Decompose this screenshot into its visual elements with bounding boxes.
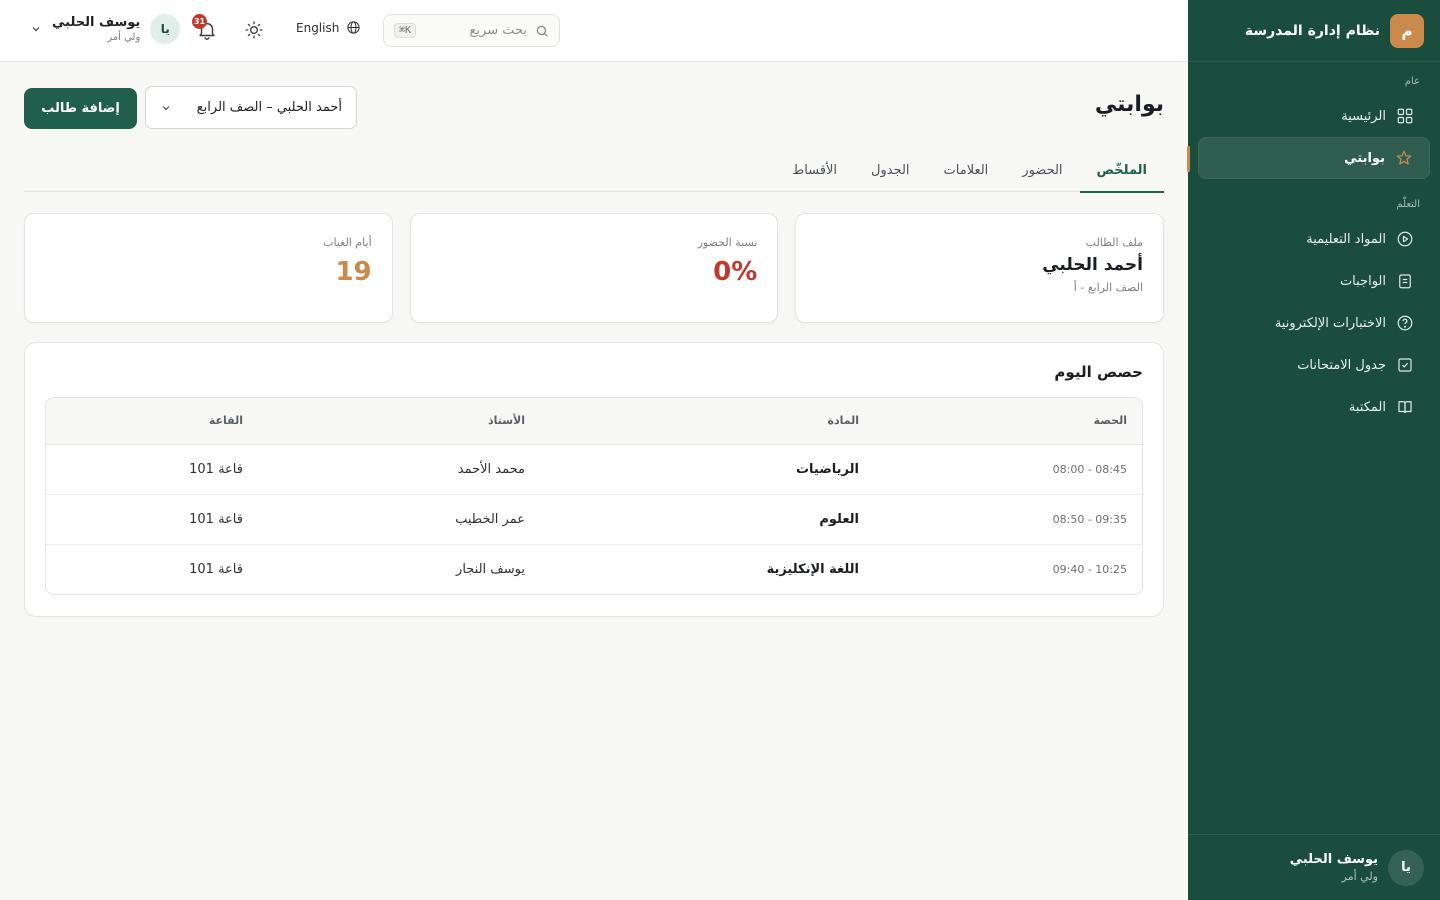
language-label: English — [296, 20, 340, 35]
tab-attendance[interactable]: الحضور — [1005, 148, 1079, 192]
sidebar-item-exam-schedule[interactable]: جدول الامتحانات — [1198, 344, 1430, 386]
avatar: يا — [1388, 849, 1424, 886]
today-classes-table: الحصة المادة الأستاذ القاعة 08:00 - 08:4… — [45, 397, 1143, 595]
sidebar-item-label: المواد التعليمية — [1306, 231, 1386, 247]
check-square-icon — [1398, 358, 1412, 372]
table-row: 09:40 - 10:25 اللغة الإنكليزية يوسف النج… — [46, 544, 1142, 594]
column-header-teacher: الأستاذ — [258, 398, 540, 445]
globe-icon — [347, 21, 360, 34]
section-label-general: عام — [1404, 76, 1420, 87]
sidebar-item-label: الواجبات — [1339, 273, 1386, 289]
today-classes-panel: حصص اليوم الحصة المادة الأستاذ القاعة 08… — [24, 342, 1164, 617]
notifications-button[interactable]: 31 — [192, 14, 218, 41]
sidebar-item-label: المكتبة — [1348, 399, 1386, 415]
student-class: الصف الرابع - أ — [1073, 281, 1143, 294]
brand-title: نظام إدارة المدرسة — [1244, 22, 1380, 39]
student-profile-card: ملف الطالب أحمد الحلبي الصف الرابع - أ — [795, 213, 1164, 323]
sidebar-item-e-exams[interactable]: الاختبارات الإلكترونية — [1198, 302, 1430, 344]
avatar: يا — [150, 14, 181, 44]
user-menu[interactable]: يا يوسف الحلبي ولي أمر — [30, 14, 181, 44]
search-placeholder: بحث سريع — [469, 23, 527, 38]
card-label: أيام الغياب — [323, 236, 372, 249]
subject-cell: الرياضيات — [540, 444, 874, 495]
panel-title: حصص اليوم — [1054, 363, 1143, 381]
section-label-learning: التعلّم — [1396, 199, 1420, 210]
help-circle-icon — [1397, 315, 1413, 331]
brand-logo: م — [1390, 13, 1424, 48]
sidebar-user[interactable]: يا يوسف الحلبي ولي أمر — [1188, 834, 1440, 900]
table-row: 08:00 - 08:45 الرياضيات محمد الأحمد قاعة… — [46, 444, 1142, 495]
card-label: ملف الطالب — [1085, 236, 1143, 249]
language-toggle[interactable]: English — [296, 20, 361, 35]
sidebar-item-my-portal[interactable]: بوابتي — [1187, 137, 1430, 179]
student-select-value: أحمد الحلبي – الصف الرابع — [196, 100, 342, 115]
student-name: أحمد الحلبي — [1042, 255, 1143, 275]
sidebar-item-label: بوابتي — [1344, 150, 1385, 166]
theme-toggle[interactable] — [244, 20, 264, 40]
tabs: الملخّص الحضور العلامات الجدول الأقساط — [24, 148, 1165, 193]
search-input[interactable]: بحث سريع ⌘K — [383, 14, 560, 47]
search-icon — [536, 25, 548, 37]
card-label: نسبة الحضور — [697, 236, 758, 249]
tab-grades[interactable]: العلامات — [927, 148, 1006, 192]
grid-icon — [1397, 108, 1413, 124]
summary-cards: ملف الطالب أحمد الحلبي الصف الرابع - أ ن… — [23, 213, 1164, 323]
subject-cell: العلوم — [540, 494, 874, 545]
notification-badge: 31 — [192, 14, 207, 29]
attendance-rate-card: نسبة الحضور 0% — [409, 213, 779, 323]
room-cell: قاعة 101 — [189, 561, 243, 577]
tab-schedule[interactable]: الجدول — [854, 148, 927, 192]
book-icon — [1398, 401, 1412, 414]
tab-installments[interactable]: الأقساط — [775, 148, 854, 192]
sun-icon — [245, 21, 263, 39]
attendance-rate-value: 0% — [713, 257, 758, 287]
sidebar-item-materials[interactable]: المواد التعليمية — [1198, 218, 1430, 260]
sidebar: م نظام إدارة المدرسة عام الرئيسية بوابتي… — [1187, 0, 1440, 900]
period-cell: 09:40 - 10:25 — [1052, 562, 1127, 576]
table-header-row: الحصة المادة الأستاذ القاعة — [46, 398, 1142, 445]
table-row: 08:50 - 09:35 العلوم عمر الخطيب قاعة 101 — [46, 494, 1142, 545]
add-student-button[interactable]: إضافة طالب — [24, 88, 137, 129]
page-title: بوابتي — [1094, 92, 1164, 117]
column-header-room: القاعة — [46, 398, 258, 445]
sidebar-item-label: الاختبارات الإلكترونية — [1274, 315, 1386, 331]
column-header-subject: المادة — [540, 398, 874, 445]
student-select[interactable]: أحمد الحلبي – الصف الرابع — [145, 86, 357, 129]
star-icon — [1396, 150, 1412, 165]
absence-days-value: 19 — [335, 257, 372, 287]
user-name: يوسف الحلبي — [52, 15, 141, 30]
sidebar-user-name: يوسف الحلبي — [1289, 852, 1378, 867]
nav-section-general: عام الرئيسية بوابتي — [1187, 62, 1440, 179]
tab-summary[interactable]: الملخّص — [1079, 148, 1165, 193]
sidebar-item-home[interactable]: الرئيسية — [1198, 95, 1430, 137]
clipboard-icon — [1399, 274, 1411, 289]
period-cell: 08:50 - 09:35 — [874, 494, 1142, 545]
search-shortcut: ⌘K — [394, 23, 417, 38]
teacher-cell: محمد الأحمد — [258, 444, 540, 495]
brand: م نظام إدارة المدرسة — [1188, 0, 1440, 62]
sidebar-item-label: الرئيسية — [1341, 108, 1386, 124]
user-role: ولي أمر — [107, 32, 141, 43]
room-cell: قاعة 101 — [46, 494, 258, 545]
room-cell: قاعة 101 — [46, 444, 258, 495]
absence-days-card: أيام الغياب 19 — [23, 213, 393, 323]
chevron-down-icon — [32, 27, 40, 32]
teacher-cell: عمر الخطيب — [258, 494, 540, 545]
sidebar-item-label: جدول الامتحانات — [1297, 357, 1386, 373]
subject-cell: اللغة الإنكليزية — [766, 561, 859, 577]
teacher-cell: يوسف النجار — [456, 561, 525, 577]
chevron-down-icon — [162, 105, 170, 110]
column-header-period: الحصة — [874, 398, 1142, 445]
sidebar-user-role: ولي أمر — [1341, 870, 1378, 883]
nav-section-learning: التعلّم المواد التعليمية الواجبات الاختب… — [1188, 185, 1440, 428]
period-cell: 08:00 - 08:45 — [874, 444, 1142, 495]
topbar: بحث سريع ⌘K English 31 يا يوسف الحلبي ول… — [0, 0, 1188, 62]
sidebar-item-library[interactable]: المكتبة — [1198, 386, 1430, 428]
play-circle-icon — [1397, 231, 1413, 247]
sidebar-item-assignments[interactable]: الواجبات — [1198, 260, 1430, 302]
